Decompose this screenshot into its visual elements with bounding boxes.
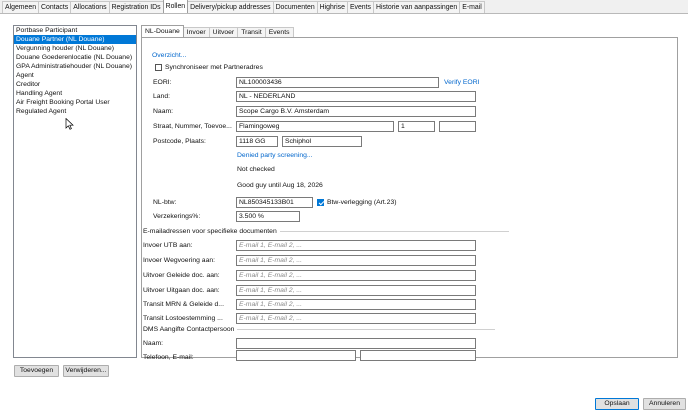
- house-number-input[interactable]: 1: [398, 121, 435, 132]
- street-label: Straat, Nummer, Toevoe...: [153, 123, 232, 130]
- contact-name-label: Naam:: [143, 340, 164, 347]
- role-item-douane-goederenlocatie[interactable]: Douane Goederenlocatie (NL Douane): [14, 53, 136, 62]
- guarantee-input[interactable]: 3.500 %: [236, 211, 300, 222]
- contact-section-title: DMS Aangifte Contactpersoon: [143, 326, 235, 333]
- email-input-uitgaan[interactable]: E-mail 1, E-mail 2, ...: [236, 285, 476, 296]
- vat-label: NL-btw:: [153, 199, 177, 206]
- role-item-regulated-agent[interactable]: Regulated Agent: [14, 107, 136, 116]
- eori-input[interactable]: NL100003436: [236, 77, 439, 88]
- tab-historie[interactable]: Historie van aanpassingen: [373, 1, 461, 13]
- tab-events[interactable]: Events: [346, 1, 375, 13]
- email-input-lostoestemming[interactable]: E-mail 1, E-mail 2, ...: [236, 313, 476, 324]
- email-row-label-transit-mrn: Transit MRN & Geleide d...: [143, 301, 224, 308]
- email-input-utb[interactable]: E-mail 1, E-mail 2, ...: [236, 240, 476, 251]
- vat-shift-label: Btw-verlegging (Art.23): [327, 199, 397, 206]
- good-guy-status: Good guy until Aug 18, 2026: [237, 182, 323, 189]
- role-item-handling-agent[interactable]: Handling Agent: [14, 89, 136, 98]
- tab-transit[interactable]: Transit: [237, 27, 266, 37]
- contact-email-input[interactable]: [360, 350, 476, 361]
- email-row-label-lostoestemming: Transit Lostoestemming ...: [143, 315, 223, 322]
- tab-delivery-pickup-addresses[interactable]: Delivery/pickup addresses: [187, 1, 274, 13]
- email-section-title: E-mailadressen voor specifieke documente…: [143, 228, 277, 235]
- email-input-geleide[interactable]: E-mail 1, E-mail 2, ...: [236, 270, 476, 281]
- save-button[interactable]: Opslaan: [595, 398, 639, 410]
- country-label: Land:: [153, 93, 171, 100]
- role-item-portbase-participant[interactable]: Portbase Participant: [14, 26, 136, 35]
- role-item-air-freight-booking[interactable]: Air Freight Booking Portal User: [14, 98, 136, 107]
- tab-algemeen[interactable]: Algemeen: [2, 1, 40, 13]
- tab-registration-ids[interactable]: Registration IDs: [108, 1, 164, 13]
- email-section-divider: [279, 231, 509, 232]
- sync-checkbox[interactable]: [155, 64, 162, 71]
- role-item-vergunning-houder[interactable]: Vergunning houder (NL Douane): [14, 44, 136, 53]
- screening-status: Not checked: [237, 166, 275, 173]
- city-input[interactable]: Schiphol: [282, 136, 362, 147]
- email-input-wegvoering[interactable]: E-mail 1, E-mail 2, ...: [236, 255, 476, 266]
- vat-shift-checkbox[interactable]: [317, 199, 324, 206]
- contact-phone-input[interactable]: [236, 350, 356, 361]
- verify-eori-link[interactable]: Verify EORI: [444, 78, 480, 87]
- role-list[interactable]: Portbase Participant Douane Partner (NL …: [13, 25, 137, 358]
- contact-section-divider: [237, 329, 496, 330]
- tab-documenten[interactable]: Documenten: [272, 1, 318, 13]
- guarantee-label: Verzekerings%:: [153, 213, 201, 220]
- overview-link[interactable]: Overzicht...: [152, 51, 186, 60]
- contact-section-header: DMS Aangifte Contactpersoon: [143, 325, 496, 334]
- remove-role-button[interactable]: Verwijderen...: [63, 365, 109, 377]
- role-item-creditor[interactable]: Creditor: [14, 80, 136, 89]
- tab-nl-douane[interactable]: NL-Douane: [141, 25, 184, 37]
- mouse-pointer-icon: [65, 118, 74, 130]
- eori-label: EORI:: [153, 79, 172, 86]
- tab-sub-events[interactable]: Events: [264, 27, 294, 37]
- postcode-input[interactable]: 1118 GG: [236, 136, 278, 147]
- street-input[interactable]: Flamingoweg: [236, 121, 394, 132]
- role-item-douane-partner[interactable]: Douane Partner (NL Douane): [14, 35, 136, 44]
- contact-name-input[interactable]: [236, 338, 476, 349]
- role-item-gpa-administratiehouder[interactable]: GPA Administratiehouder (NL Douane): [14, 62, 136, 71]
- postcode-label: Postcode, Plaats:: [153, 138, 206, 145]
- tab-allocations[interactable]: Allocations: [70, 1, 110, 13]
- email-section-header: E-mailadressen voor specifieke documente…: [143, 227, 509, 236]
- email-row-label-geleide: Uitvoer Geleide doc. aan:: [143, 272, 220, 279]
- tab-invoer[interactable]: Invoer: [182, 27, 210, 37]
- tab-uitvoer[interactable]: Uitvoer: [208, 27, 239, 37]
- top-tab-bar: Algemeen Contacts Allocations Registrati…: [0, 0, 688, 14]
- tab-highrise[interactable]: Highrise: [316, 1, 348, 13]
- tab-rollen[interactable]: Rollen: [162, 0, 189, 13]
- cancel-button[interactable]: Annuleren: [643, 398, 686, 410]
- name-input[interactable]: Scope Cargo B.V. Amsterdam: [236, 106, 476, 117]
- name-label: Naam:: [153, 108, 174, 115]
- email-row-label-uitgaan: Uitvoer Uitgaan doc. aan:: [143, 287, 220, 294]
- email-row-label-utb: Invoer UTB aan:: [143, 242, 193, 249]
- vat-input[interactable]: NL850345133B01: [236, 197, 313, 208]
- sub-tab-bar: NL-Douane Invoer Uitvoer Transit Events: [141, 25, 294, 37]
- tab-contacts[interactable]: Contacts: [38, 1, 72, 13]
- sync-label: Synchroniseer met Partneradres: [165, 64, 263, 71]
- denied-party-link[interactable]: Denied party screening...: [237, 151, 313, 160]
- role-item-agent[interactable]: Agent: [14, 71, 136, 80]
- add-role-button[interactable]: Toevoegen: [14, 365, 59, 377]
- tab-email[interactable]: E-mail: [459, 1, 485, 13]
- email-row-label-wegvoering: Invoer Wegvoering aan:: [143, 257, 216, 264]
- email-input-transit-mrn[interactable]: E-mail 1, E-mail 2, ...: [236, 299, 476, 310]
- addition-input[interactable]: [439, 121, 476, 132]
- country-input[interactable]: NL - NEDERLAND: [236, 91, 476, 102]
- contact-phone-label: Telefoon, E-mail:: [143, 354, 194, 361]
